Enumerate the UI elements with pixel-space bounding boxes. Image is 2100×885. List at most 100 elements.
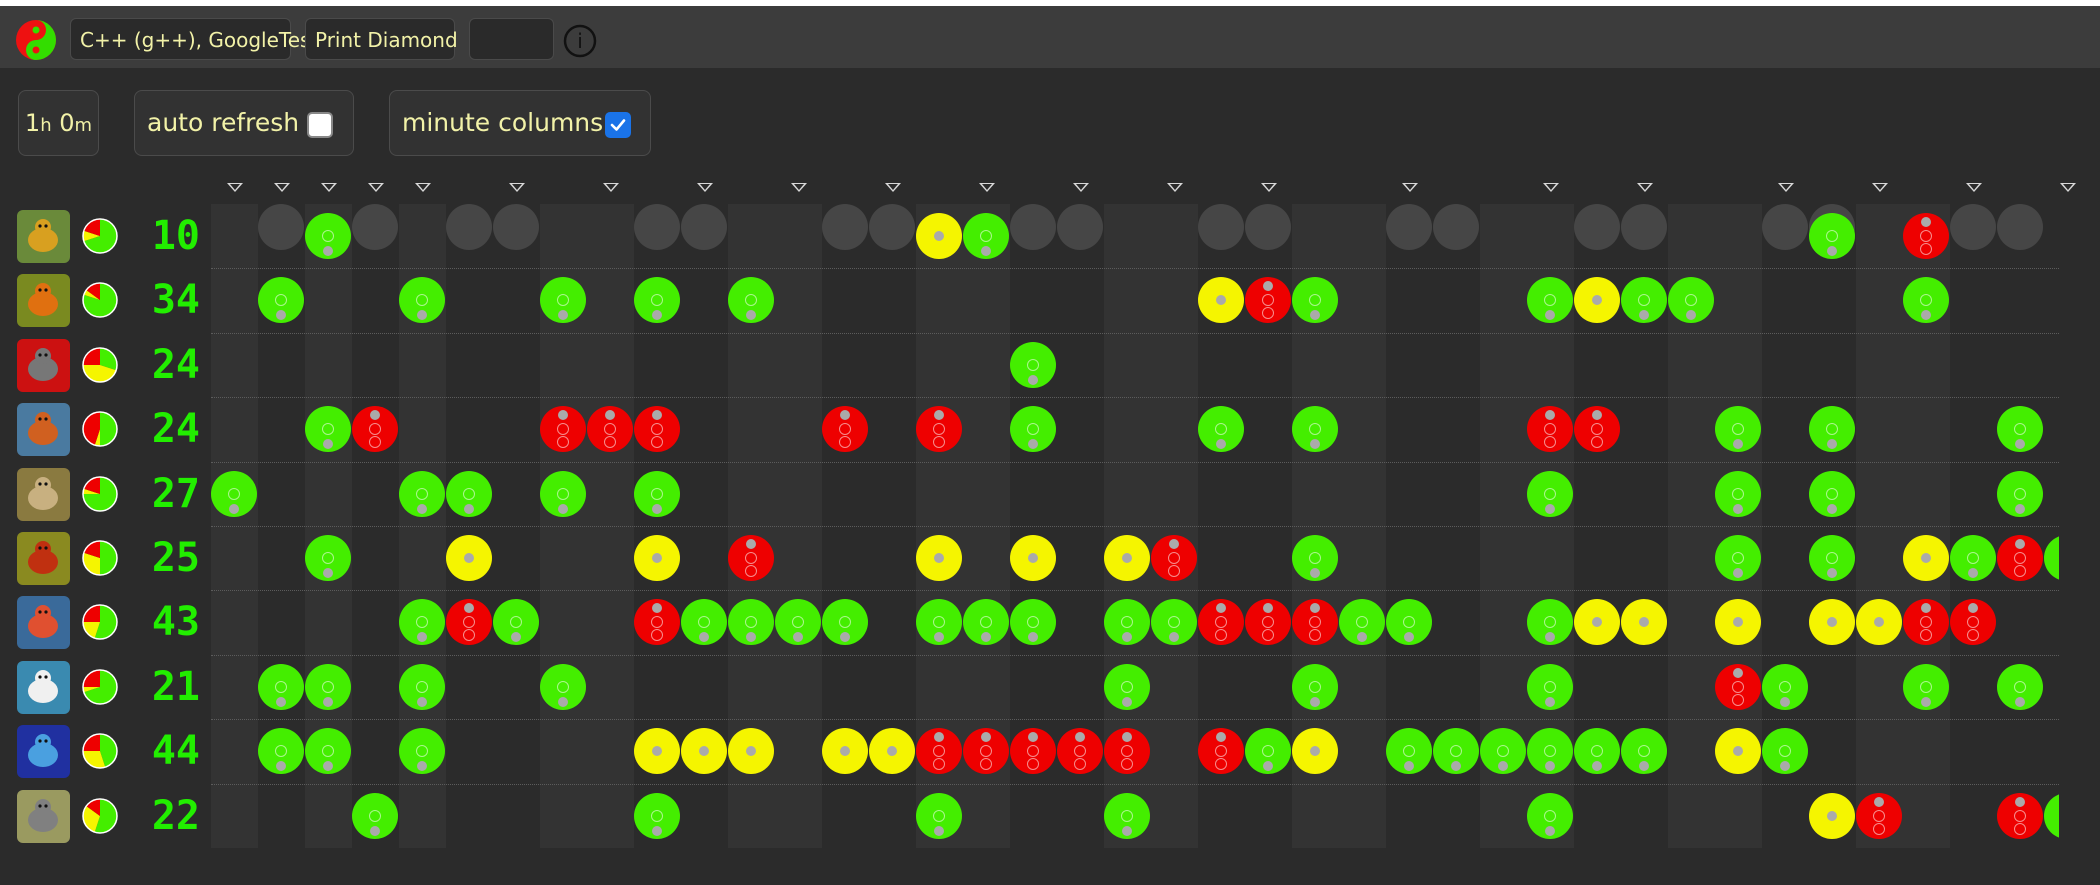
elephant-icon[interactable] <box>17 338 70 392</box>
column-marker-icon[interactable] <box>1260 183 1277 192</box>
traffic-light-green[interactable] <box>1010 406 1056 453</box>
traffic-light-green[interactable] <box>1010 599 1056 646</box>
traffic-light-green[interactable] <box>634 792 680 839</box>
lobster-icon[interactable] <box>17 532 70 585</box>
traffic-light-green[interactable] <box>1386 599 1432 646</box>
yin-yang-logo-icon[interactable] <box>15 19 57 61</box>
traffic-light-green[interactable] <box>1997 406 2043 453</box>
traffic-light-yellow[interactable] <box>1198 277 1244 324</box>
traffic-light-red[interactable] <box>1997 792 2043 839</box>
traffic-light-green[interactable] <box>1386 728 1432 775</box>
column-marker-icon[interactable] <box>1401 183 1418 192</box>
traffic-light-red[interactable] <box>1527 406 1573 453</box>
traffic-light-green[interactable] <box>1715 470 1761 517</box>
traffic-light-red[interactable] <box>446 599 492 646</box>
traffic-light-red[interactable] <box>1903 213 1949 259</box>
traffic-light-green[interactable] <box>399 470 445 517</box>
column-marker-icon[interactable] <box>1166 183 1183 192</box>
traffic-light-green[interactable] <box>1621 277 1667 324</box>
traffic-light-green[interactable] <box>305 663 351 710</box>
info-icon[interactable]: i <box>563 24 597 58</box>
traffic-light-yellow[interactable] <box>728 728 774 775</box>
traffic-light-green[interactable] <box>258 663 304 710</box>
traffic-light-green[interactable] <box>1527 663 1573 710</box>
shark-icon[interactable] <box>17 725 70 779</box>
traffic-light-red[interactable] <box>1010 728 1056 775</box>
traffic-light-green[interactable] <box>1715 535 1761 581</box>
traffic-light-red[interactable] <box>1198 599 1244 646</box>
traffic-light-red[interactable] <box>963 728 1009 775</box>
traffic-light-yellow[interactable] <box>1104 535 1150 581</box>
traffic-light-green[interactable] <box>1527 792 1573 839</box>
traffic-light-yellow[interactable] <box>1903 535 1949 581</box>
traffic-light-green[interactable] <box>399 663 445 710</box>
column-marker-icon[interactable] <box>367 183 384 192</box>
traffic-light-yellow[interactable] <box>822 728 868 775</box>
traffic-light-green[interactable] <box>305 213 351 259</box>
traffic-light-green[interactable] <box>446 470 492 517</box>
traffic-light-green[interactable] <box>1903 663 1949 710</box>
traffic-light-red[interactable] <box>1245 277 1291 324</box>
blank-button[interactable] <box>469 18 554 60</box>
traffic-light-green[interactable] <box>1292 406 1338 453</box>
traffic-light-red[interactable] <box>1198 728 1244 775</box>
column-marker-icon[interactable] <box>884 183 901 192</box>
traffic-light-green[interactable] <box>1809 213 1855 259</box>
traffic-light-green[interactable] <box>1715 406 1761 453</box>
traffic-light-yellow[interactable] <box>634 535 680 581</box>
traffic-light-red[interactable] <box>352 406 398 453</box>
traffic-light-green[interactable] <box>258 277 304 324</box>
traffic-light-green[interactable] <box>1809 406 1855 453</box>
squid-icon[interactable] <box>17 596 70 650</box>
column-marker-icon[interactable] <box>602 183 619 192</box>
traffic-light-yellow[interactable] <box>1621 599 1667 646</box>
traffic-light-yellow[interactable] <box>634 728 680 775</box>
traffic-light-green[interactable] <box>1104 663 1150 710</box>
traffic-light-green[interactable] <box>634 277 680 324</box>
column-marker-icon[interactable] <box>1636 183 1653 192</box>
minute-columns-checkbox[interactable] <box>605 112 631 138</box>
column-marker-icon[interactable] <box>978 183 995 192</box>
traffic-light-yellow[interactable] <box>681 728 727 775</box>
traffic-light-red[interactable] <box>1245 599 1291 646</box>
column-marker-icon[interactable] <box>1871 183 1888 192</box>
fox-icon[interactable] <box>17 403 70 457</box>
traffic-light-yellow[interactable] <box>1809 792 1855 839</box>
traffic-light-yellow[interactable] <box>869 728 915 775</box>
column-marker-icon[interactable] <box>273 183 290 192</box>
traffic-light-green[interactable] <box>1480 728 1526 775</box>
traffic-light-green[interactable] <box>916 792 962 839</box>
traffic-light-red[interactable] <box>916 406 962 453</box>
column-marker-icon[interactable] <box>226 183 243 192</box>
traffic-light-green[interactable] <box>1245 728 1291 775</box>
traffic-light-green[interactable] <box>1997 470 2043 517</box>
column-marker-icon[interactable] <box>1072 183 1089 192</box>
traffic-light-red[interactable] <box>634 406 680 453</box>
traffic-light-yellow[interactable] <box>916 535 962 581</box>
swan-icon[interactable] <box>17 660 70 714</box>
traffic-light-red[interactable] <box>1715 663 1761 710</box>
traffic-light-yellow[interactable] <box>446 535 492 581</box>
column-marker-icon[interactable] <box>1777 183 1794 192</box>
traffic-light-green[interactable] <box>2044 792 2059 839</box>
column-marker-icon[interactable] <box>508 183 525 192</box>
traffic-light-yellow[interactable] <box>1292 728 1338 775</box>
traffic-light-green[interactable] <box>493 599 539 646</box>
traffic-light-green[interactable] <box>1527 470 1573 517</box>
traffic-light-yellow[interactable] <box>1809 599 1855 646</box>
traffic-light-red[interactable] <box>822 406 868 453</box>
traffic-light-green[interactable] <box>1762 663 1808 710</box>
traffic-light-yellow[interactable] <box>1010 535 1056 581</box>
traffic-light-red[interactable] <box>916 728 962 775</box>
traffic-light-green[interactable] <box>305 406 351 453</box>
traffic-light-green[interactable] <box>1198 406 1244 453</box>
traffic-light-green[interactable] <box>1621 728 1667 775</box>
column-marker-icon[interactable] <box>320 183 337 192</box>
traffic-light-red[interactable] <box>587 406 633 453</box>
traffic-light-red[interactable] <box>540 406 586 453</box>
traffic-light-red[interactable] <box>1950 599 1996 646</box>
traffic-light-green[interactable] <box>1292 663 1338 710</box>
traffic-light-green[interactable] <box>540 663 586 710</box>
wolf-icon[interactable] <box>17 789 70 843</box>
traffic-light-yellow[interactable] <box>1574 599 1620 646</box>
